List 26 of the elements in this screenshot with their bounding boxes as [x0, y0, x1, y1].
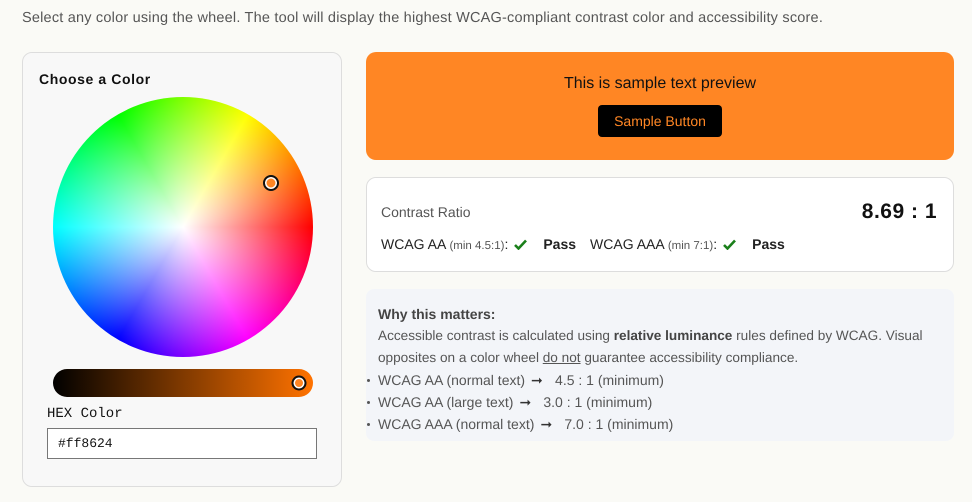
requirement-value: 4.5 : 1 (minimum) — [555, 371, 664, 390]
hex-label: HEX Color — [47, 406, 123, 422]
check-label: WCAG AA (min 4.5:1): — [381, 236, 508, 252]
intro-text: Select any color using the wheel. The tool will display the highest WCAG-compliant contrast color and accessibility score. — [21, 9, 824, 28]
requirement-label: WCAG AA (large text) — [378, 393, 514, 412]
info-paragraph: Accessible contrast is calculated using relative luminance rules defined by WCAG. Visual opposites on a color wheel do not guarantee accessibility compliance. — [378, 327, 924, 367]
brightness-slider[interactable] — [53, 369, 313, 397]
arrow-text: ➞ — [519, 393, 532, 412]
hex-input[interactable]: #ff8624 — [47, 428, 317, 459]
info-title: Why this matters: — [378, 305, 496, 324]
preview-text: This is sample text preview — [564, 75, 756, 93]
requirement-value: 7.0 : 1 (minimum) — [564, 415, 674, 434]
result-text: Pass — [752, 236, 785, 252]
contrast-label: Contrast Ratio — [381, 204, 470, 220]
brightness-thumb[interactable] — [292, 376, 306, 390]
contrast-ratio: 8.69 : 1 — [862, 200, 937, 224]
picker-title: Choose a Color — [39, 71, 151, 87]
requirement-label: WCAG AA (normal text) — [378, 371, 526, 390]
requirement-label: WCAG AAA (normal text) — [378, 415, 534, 434]
result-text: Pass — [543, 236, 576, 252]
check-label: WCAG AAA (min 7:1): — [590, 236, 718, 252]
wheel-handle[interactable] — [262, 174, 279, 191]
sample-button[interactable]: Sample Button — [598, 105, 722, 137]
arrow-text: ➞ — [531, 371, 544, 390]
requirement-value: 3.0 : 1 (minimum) — [543, 393, 652, 412]
arrow-text: ➞ — [540, 415, 552, 434]
